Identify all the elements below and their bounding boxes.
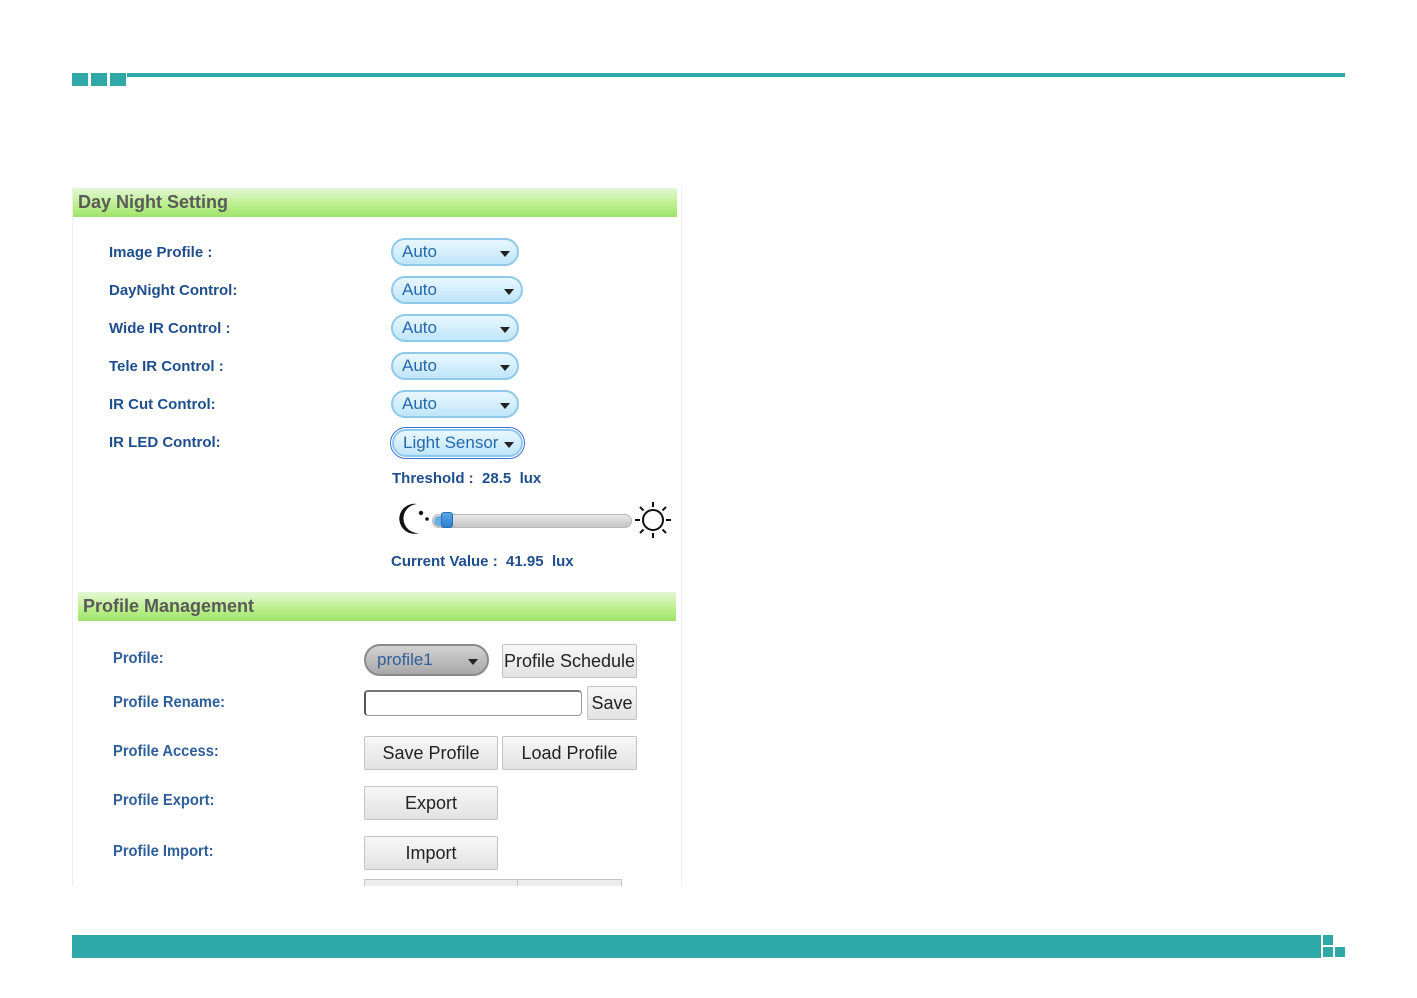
image-profile-label: Image Profile : <box>109 244 213 261</box>
image-profile-select[interactable]: Auto <box>391 238 519 266</box>
footer-square <box>1323 935 1333 945</box>
daynight-control-value: Auto <box>402 280 437 299</box>
save-rename-button[interactable]: Save <box>587 686 637 720</box>
profile-access-label: Profile Access: <box>113 743 219 760</box>
daynight-control-label: DayNight Control: <box>109 282 238 299</box>
header-square <box>72 73 88 86</box>
import-button[interactable]: Import <box>364 836 498 870</box>
threshold-label: Threshold : <box>392 470 474 487</box>
threshold-unit: lux <box>519 470 542 487</box>
profile-label: Profile: <box>113 650 164 667</box>
footer-squares-decoration <box>1323 935 1345 958</box>
profile-select-value: profile1 <box>377 650 433 669</box>
export-button[interactable]: Export <box>364 786 498 820</box>
chevron-down-icon <box>500 327 510 333</box>
wide-ir-control-label: Wide IR Control : <box>109 320 231 337</box>
header-square <box>110 73 126 86</box>
light-threshold-slider-track[interactable] <box>432 514 632 528</box>
current-value-unit: lux <box>551 553 574 570</box>
save-profile-button[interactable]: Save Profile <box>364 736 498 770</box>
profile-rename-input[interactable] <box>364 690 582 716</box>
chevron-down-icon <box>500 403 510 409</box>
current-value-number: 41.95 <box>506 553 544 570</box>
header-rule <box>127 73 1345 77</box>
footer-square <box>1335 947 1345 957</box>
profile-rename-label: Profile Rename: <box>113 694 226 711</box>
daynight-control-select[interactable]: Auto <box>391 276 523 304</box>
header-square <box>91 73 107 86</box>
threshold-readout: Threshold : 28.5 lux <box>392 470 541 487</box>
ir-cut-control-select[interactable]: Auto <box>391 390 519 418</box>
sun-icon <box>635 502 671 538</box>
footer-bar <box>72 935 1321 958</box>
ir-cut-control-value: Auto <box>402 394 437 413</box>
clipped-row-button[interactable] <box>517 879 622 886</box>
chevron-down-icon <box>500 365 510 371</box>
current-value-readout: Current Value : 41.95 lux <box>391 553 574 570</box>
chevron-down-icon <box>504 442 514 448</box>
ir-led-control-label: IR LED Control: <box>109 434 221 451</box>
profile-select[interactable]: profile1 <box>364 644 489 676</box>
chevron-down-icon <box>500 251 510 257</box>
tele-ir-control-select[interactable]: Auto <box>391 352 519 380</box>
current-value-label: Current Value : <box>391 553 498 570</box>
settings-panel: Day Night Setting Image Profile : Auto D… <box>72 186 682 886</box>
tele-ir-control-label: Tele IR Control : <box>109 358 224 375</box>
light-threshold-slider-thumb[interactable] <box>441 512 454 528</box>
chevron-down-icon <box>468 659 478 665</box>
moon-icon <box>399 503 429 534</box>
ir-led-control-value: Light Sensor <box>403 433 499 452</box>
day-night-section-header: Day Night Setting <box>73 188 677 217</box>
image-profile-value: Auto <box>402 242 437 261</box>
ir-cut-control-label: IR Cut Control: <box>109 396 216 413</box>
clipped-row-button[interactable] <box>364 879 518 886</box>
load-profile-button[interactable]: Load Profile <box>502 736 637 770</box>
profile-schedule-button[interactable]: Profile Schedule <box>502 644 637 678</box>
ir-led-control-select[interactable]: Light Sensor <box>390 427 525 459</box>
footer-square <box>1323 947 1333 957</box>
header-squares-decoration <box>72 73 126 86</box>
wide-ir-control-select[interactable]: Auto <box>391 314 519 342</box>
profile-import-label: Profile Import: <box>113 843 214 860</box>
profile-export-label: Profile Export: <box>113 792 215 809</box>
chevron-down-icon <box>504 289 514 295</box>
profile-management-section-header: Profile Management <box>78 592 676 621</box>
wide-ir-control-value: Auto <box>402 318 437 337</box>
tele-ir-control-value: Auto <box>402 356 437 375</box>
threshold-value: 28.5 <box>482 470 512 487</box>
